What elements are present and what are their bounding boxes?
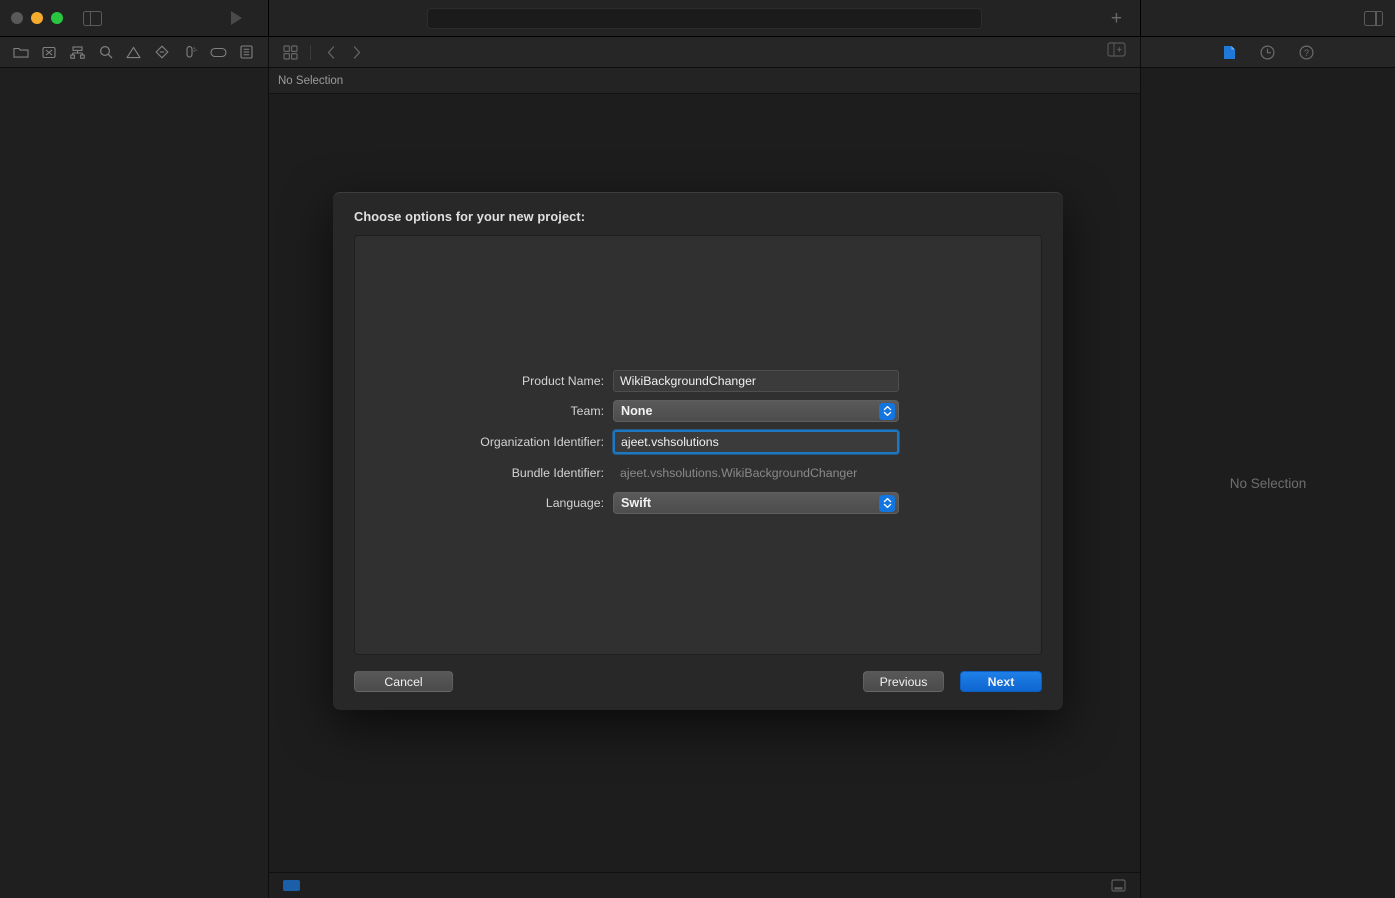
file-inspector-icon[interactable]: [1223, 45, 1236, 60]
inspector-toolbar: ?: [1140, 37, 1395, 67]
play-icon[interactable]: [231, 11, 242, 25]
svg-text:?: ?: [1303, 48, 1308, 58]
traffic-lights: [11, 12, 63, 24]
form-row-team: Team: None: [355, 400, 1033, 422]
breakpoint-tag-icon[interactable]: [209, 43, 229, 61]
navigator-toolbar: [0, 37, 269, 67]
activity-chip[interactable]: [283, 880, 300, 891]
jump-bar-label: No Selection: [278, 74, 344, 87]
bundle-identifier-label: Bundle Identifier:: [511, 466, 604, 480]
dialog-title: Choose options for your new project:: [354, 209, 586, 224]
cancel-button[interactable]: Cancel: [354, 671, 453, 692]
team-select-value: None: [621, 404, 653, 418]
close-button[interactable]: [11, 12, 23, 24]
navigator-panel[interactable]: [0, 68, 269, 898]
form-row-organization-identifier: Organization Identifier: ajeet.vshsoluti…: [355, 430, 1033, 454]
titlebar-left: [0, 0, 269, 36]
bundle-identifier-value: ajeet.vshsolutions.WikiBackgroundChanger: [620, 466, 858, 480]
sidebar-left-icon[interactable]: [83, 10, 102, 26]
organization-identifier-input[interactable]: ajeet.vshsolutions: [613, 430, 899, 454]
dialog-footer: Cancel Previous Next: [354, 671, 1042, 692]
status-bar: [269, 872, 1140, 898]
dialog-content-panel: Product Name: WikiBackgroundChanger Team…: [354, 235, 1042, 655]
sidebar-right-icon[interactable]: [1364, 10, 1383, 26]
search-icon[interactable]: [96, 43, 116, 61]
team-label: Team:: [570, 404, 605, 418]
help-question-icon[interactable]: ?: [1298, 44, 1314, 60]
plus-icon[interactable]: +: [1111, 9, 1122, 28]
product-name-label: Product Name:: [521, 374, 604, 388]
titlebar-right: [1140, 0, 1395, 36]
product-name-input[interactable]: WikiBackgroundChanger: [613, 370, 899, 392]
form-row-language: Language: Swift: [355, 492, 1033, 514]
report-list-icon[interactable]: [237, 43, 257, 61]
debug-icon[interactable]: [180, 43, 200, 61]
new-project-options-dialog: Choose options for your new project: Pro…: [333, 192, 1063, 710]
previous-button[interactable]: Previous: [863, 671, 944, 692]
history-clock-icon[interactable]: [1259, 44, 1275, 60]
inspector-empty-label: No Selection: [1229, 475, 1307, 491]
maximize-button[interactable]: [51, 12, 63, 24]
diamond-icon[interactable]: [152, 43, 172, 61]
editor-toolbar: [269, 37, 1140, 67]
chevron-right-icon[interactable]: [349, 45, 365, 59]
titlebar-center: +: [269, 0, 1140, 36]
add-editor-icon[interactable]: [1107, 42, 1126, 62]
minimize-button[interactable]: [31, 12, 43, 24]
language-label: Language:: [545, 496, 604, 510]
warning-triangle-icon[interactable]: [124, 43, 144, 61]
organization-identifier-label: Organization Identifier:: [480, 435, 604, 449]
next-button[interactable]: Next: [960, 671, 1042, 692]
form-row-product-name: Product Name: WikiBackgroundChanger: [355, 370, 1033, 392]
form-row-bundle-identifier: Bundle Identifier: ajeet.vshsolutions.Wi…: [355, 462, 1033, 484]
symbol-hierarchy-icon[interactable]: [68, 43, 88, 61]
chevron-left-icon[interactable]: [323, 45, 339, 59]
titlebar: +: [0, 0, 1395, 37]
language-select-value: Swift: [621, 496, 652, 510]
folder-icon[interactable]: [11, 43, 31, 61]
project-options-form: Product Name: WikiBackgroundChanger Team…: [355, 370, 1041, 514]
secondary-toolbar: ?: [0, 37, 1395, 68]
grid-icon[interactable]: [283, 44, 298, 60]
activity-status-bar: [427, 7, 982, 29]
chevron-updown-icon[interactable]: [879, 402, 895, 420]
inspector-panel: No Selection: [1140, 68, 1395, 898]
jump-bar[interactable]: No Selection: [269, 68, 1140, 94]
toolbar-divider: [310, 44, 311, 60]
source-control-icon[interactable]: [39, 43, 59, 61]
chevron-updown-icon[interactable]: [879, 494, 895, 512]
console-toggle-icon[interactable]: [1111, 879, 1126, 892]
team-select[interactable]: None: [613, 400, 899, 422]
xcode-window: + ? No Selection No Selection Choose opt…: [0, 0, 1395, 898]
language-select[interactable]: Swift: [613, 492, 899, 514]
